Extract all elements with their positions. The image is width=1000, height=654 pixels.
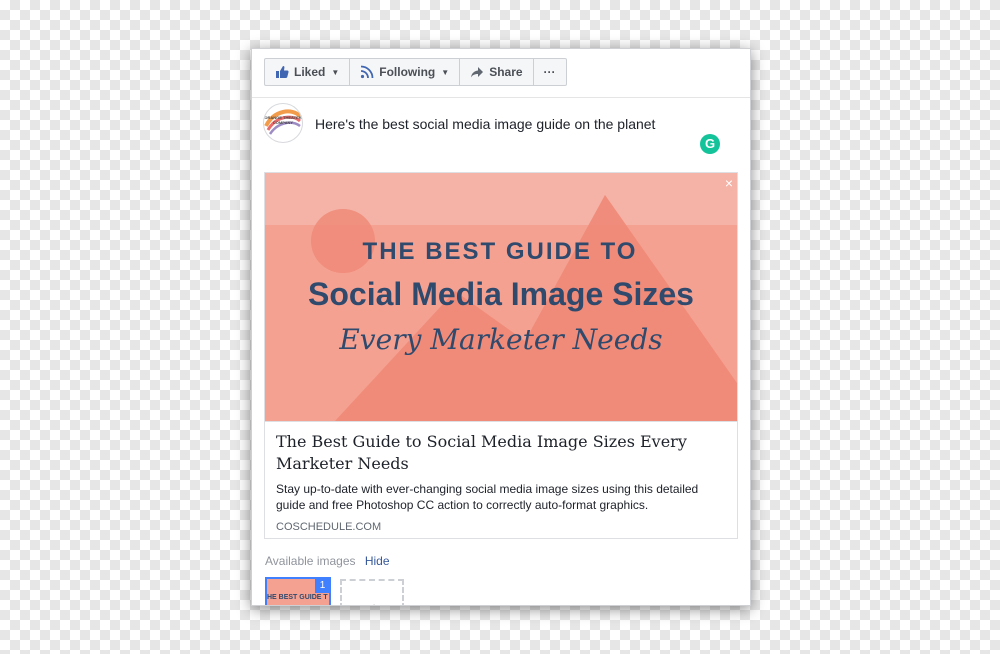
liked-button[interactable]: Liked ▼ [265, 59, 351, 85]
toolbar-divider [252, 97, 750, 98]
more-options-button[interactable]: ··· [534, 59, 566, 85]
thumbnail-caption: HE BEST GUIDE T [267, 594, 328, 601]
thumbs-up-icon [275, 65, 289, 79]
chevron-down-icon: ▼ [441, 67, 450, 77]
link-preview-description: Stay up-to-date with ever-changing socia… [276, 482, 699, 512]
available-images-row: Available images Hide [265, 554, 390, 568]
link-preview-card[interactable]: THE BEST GUIDE TO Social Media Image Siz… [264, 172, 738, 539]
available-images-label: Available images [265, 554, 356, 568]
link-preview-title[interactable]: The Best Guide to Social Media Image Siz… [276, 431, 726, 475]
share-button[interactable]: Share [460, 59, 534, 85]
selected-count-badge: 1 [315, 579, 329, 593]
image-thumbnail-selected[interactable]: HE BEST GUIDE T 1 [265, 577, 331, 605]
page-avatar[interactable]: ORANGE THEATER COMPANY [263, 103, 303, 143]
add-image-slot[interactable]: + [340, 579, 404, 605]
chevron-down-icon: ▼ [331, 67, 340, 77]
following-label: Following [379, 65, 436, 79]
hero-line-3: Every Marketer Needs [338, 323, 662, 356]
rss-feed-icon [360, 65, 374, 79]
post-text[interactable]: Here's the best social media image guide… [315, 116, 655, 132]
grammarly-icon[interactable]: G [700, 134, 720, 154]
avatar-wordmark: ORANGE THEATER COMPANY [264, 115, 302, 125]
share-label: Share [489, 65, 523, 79]
ellipsis-icon: ··· [543, 65, 556, 79]
hero-line-1: THE BEST GUIDE TO [363, 238, 638, 265]
facebook-post-composer: Liked ▼ Following ▼ Share ··· ORANGE THE… [251, 48, 751, 606]
liked-label: Liked [294, 65, 326, 79]
close-icon[interactable]: × [725, 175, 733, 191]
link-preview-domain: COSCHEDULE.COM [276, 521, 382, 533]
hero-line-2: Social Media Image Sizes [308, 276, 694, 312]
page-actions-toolbar: Liked ▼ Following ▼ Share ··· [264, 58, 567, 86]
plus-icon: + [370, 599, 378, 605]
link-preview-image: THE BEST GUIDE TO Social Media Image Siz… [265, 173, 737, 422]
hide-images-link[interactable]: Hide [365, 554, 390, 568]
following-button[interactable]: Following ▼ [350, 59, 461, 85]
share-arrow-icon [470, 65, 484, 79]
